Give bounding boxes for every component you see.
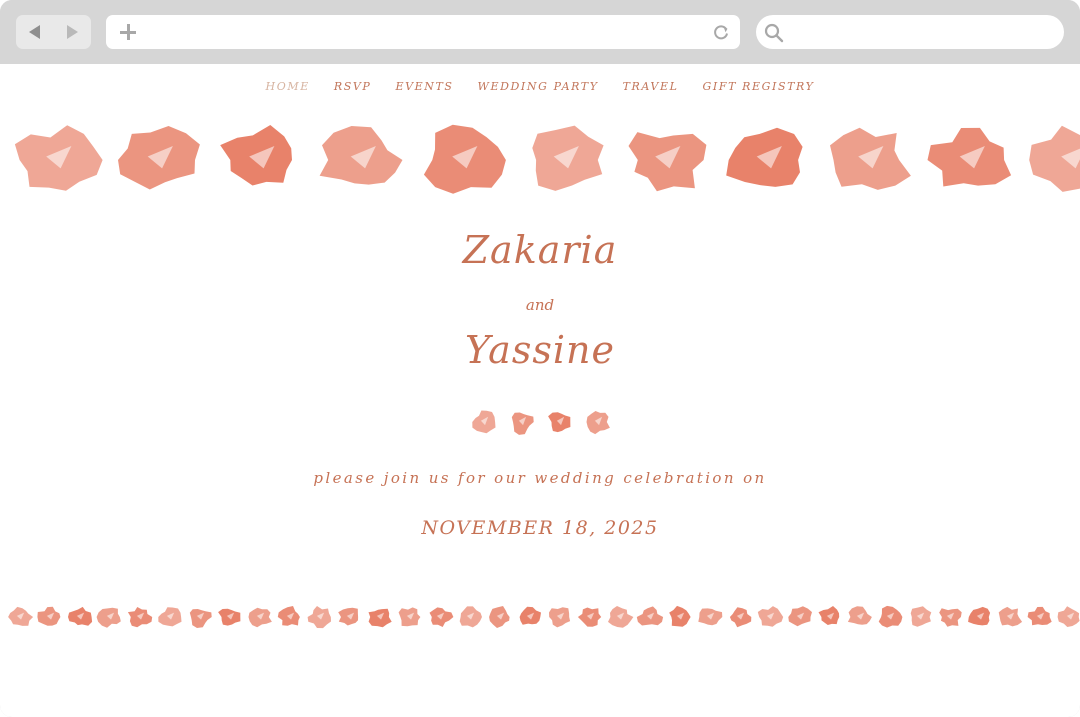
partner-name-2: Yassine <box>465 328 615 372</box>
decorative-motif-band-top <box>14 124 1080 194</box>
nav-home[interactable]: HOME <box>266 80 310 93</box>
and-connector: and <box>525 296 555 314</box>
back-arrow-icon <box>29 25 41 39</box>
reload-icon[interactable] <box>712 23 730 41</box>
forward-arrow-icon <box>66 25 78 39</box>
website-content: HOME RSVP EVENTS WEDDING PARTY TRAVEL GI… <box>0 64 1080 717</box>
nav-events[interactable]: EVENTS <box>395 80 453 93</box>
browser-toolbar <box>0 0 1080 64</box>
back-button[interactable] <box>16 15 54 49</box>
decorative-motif-small <box>472 410 610 435</box>
nav-travel[interactable]: TRAVEL <box>623 80 679 93</box>
nav-wedding-party[interactable]: WEDDING PARTY <box>478 80 599 93</box>
browser-window: HOME RSVP EVENTS WEDDING PARTY TRAVEL GI… <box>0 0 1080 717</box>
invitation-text: please join us for our wedding celebrati… <box>313 469 767 487</box>
wedding-date: NOVEMBER 18, 2025 <box>421 517 659 539</box>
address-bar[interactable] <box>106 15 740 49</box>
partner-name-1: Zakaria <box>462 228 618 272</box>
site-navigation: HOME RSVP EVENTS WEDDING PARTY TRAVEL GI… <box>0 80 1080 93</box>
decorative-motif-band-bottom <box>8 605 1080 629</box>
search-field[interactable] <box>756 15 1064 49</box>
plus-icon[interactable] <box>120 24 136 40</box>
band-bottom-motif <box>96 607 121 628</box>
nav-gift-registry[interactable]: GIFT REGISTRY <box>703 80 815 93</box>
nav-buttons <box>16 15 91 49</box>
forward-button[interactable] <box>54 15 92 49</box>
nav-rsvp[interactable]: RSVP <box>334 80 372 93</box>
search-icon <box>764 23 784 43</box>
